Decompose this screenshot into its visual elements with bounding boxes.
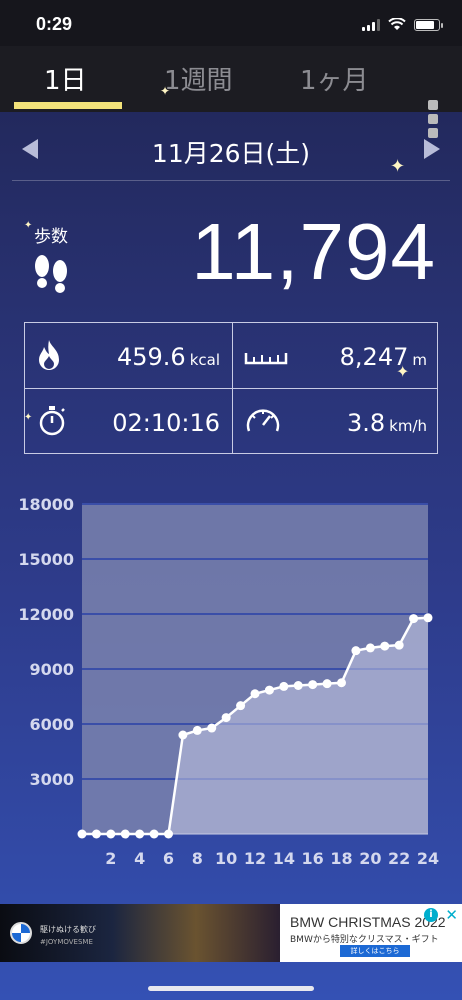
ad-title: BMW CHRISTMAS 2022 <box>290 914 446 930</box>
ad-close-icon[interactable]: ✕ <box>445 906 458 924</box>
footprints-icon <box>35 255 67 293</box>
next-day-arrow-icon[interactable] <box>424 139 440 159</box>
sparkle-decoration: ✦ <box>24 412 33 423</box>
sparkle-decoration: ✦ <box>24 220 33 231</box>
chart-data-point <box>380 641 390 651</box>
x-tick-label: 14 <box>273 849 295 868</box>
ad-info-icon[interactable]: i <box>424 908 438 922</box>
chart-data-point <box>149 829 159 839</box>
ad-tagline: 駆けぬける歓び <box>40 925 96 934</box>
status-icons <box>362 18 443 31</box>
speedometer-icon <box>246 409 280 432</box>
chart-data-point <box>337 678 346 688</box>
cellular-signal-icon <box>362 18 380 31</box>
calories-value: 459.6 <box>116 343 186 371</box>
speed-unit: km/h <box>389 417 427 435</box>
x-tick-label: 18 <box>330 849 352 868</box>
ad-banner[interactable]: 駆けぬける歓び #JOYMOVESME BMW CHRISTMAS 2022 B… <box>0 904 462 962</box>
speed-value: 3.8 <box>346 409 386 437</box>
steps-label: 歩数 <box>34 227 68 247</box>
chart-data-point <box>279 681 289 691</box>
calories-unit: kcal <box>189 351 220 369</box>
chart-data-point <box>77 829 87 839</box>
duration-value: 02:10:16 <box>112 409 220 437</box>
tab-day[interactable]: 1日 <box>44 60 87 97</box>
stats-grid: 459.6 kcal 8,247 m 02:10:16 3.8 km/h <box>24 322 438 454</box>
chart-data-point <box>250 689 260 699</box>
chart-data-point <box>394 640 404 650</box>
y-tick-label: 6000 <box>29 715 74 734</box>
hourly-steps-chart: 3000600090001200015000180002 4 6 8 10 12 14 16 1… <box>18 495 439 868</box>
ad-cta-button[interactable]: 詳しくはこちら <box>340 945 410 957</box>
ad-text-panel[interactable]: BMW CHRISTMAS 2022 BMWから特別なクリスマス・ギフト 詳しく… <box>280 904 462 962</box>
chart-data-point <box>351 646 361 656</box>
x-tick-label: 6 <box>163 849 174 868</box>
x-tick-label: 4 <box>134 849 145 868</box>
x-tick-label: 12 <box>244 849 266 868</box>
calories-stat: 459.6 kcal <box>25 323 232 388</box>
chart-data-point <box>423 613 433 623</box>
chart-data-point <box>207 723 217 733</box>
status-bar: 0:29 <box>0 0 462 46</box>
chart-data-point <box>293 681 303 690</box>
chart-data-point <box>192 725 202 735</box>
status-time: 0:29 <box>36 14 73 34</box>
active-tab-indicator <box>14 102 122 109</box>
stopwatch-icon <box>39 406 65 436</box>
flame-icon <box>39 340 59 370</box>
wifi-icon <box>388 18 406 30</box>
ad-image[interactable]: 駆けぬける歓び #JOYMOVESME <box>0 904 280 962</box>
x-tick-label: 8 <box>192 849 203 868</box>
x-tick-label: 2 <box>105 849 116 868</box>
chart-data-point <box>308 680 318 690</box>
chart-data-point <box>409 614 419 624</box>
y-tick-label: 12000 <box>18 605 74 624</box>
chart-data-point <box>264 685 274 695</box>
ad-hashtag: #JOYMOVESME <box>40 938 93 946</box>
ruler-icon <box>244 353 288 365</box>
y-tick-label: 3000 <box>29 770 74 789</box>
chart-data-point <box>120 829 130 839</box>
tab-month[interactable]: 1ヶ月 <box>300 60 369 97</box>
home-indicator <box>148 986 314 991</box>
duration-stat: 02:10:16 <box>25 389 232 454</box>
chart-data-point <box>236 701 246 711</box>
distance-unit: m <box>412 351 427 369</box>
chart-data-point <box>322 679 332 689</box>
divider <box>12 180 450 181</box>
chart-data-point <box>135 829 145 839</box>
x-tick-label: 16 <box>302 849 324 868</box>
x-tick-label: 10 <box>215 849 237 868</box>
ad-subtitle: BMWから特別なクリスマス・ギフト <box>290 935 439 945</box>
chart-data-point <box>221 713 231 723</box>
sparkle-decoration: ✦ <box>390 156 406 177</box>
x-tick-label: 22 <box>388 849 410 868</box>
bmw-logo <box>10 922 32 944</box>
chart-data-point <box>178 730 188 740</box>
battery-icon <box>414 18 443 31</box>
y-tick-label: 18000 <box>18 495 74 514</box>
steps-count: 11,794 <box>191 207 436 296</box>
y-tick-label: 15000 <box>18 550 74 569</box>
x-tick-label: 24 <box>417 849 439 868</box>
chart-data-point <box>91 829 101 839</box>
chart-data-point <box>164 829 173 839</box>
x-tick-label: 20 <box>359 849 381 868</box>
y-tick-label: 9000 <box>29 660 74 679</box>
chart-data-point <box>106 829 116 839</box>
tab-week[interactable]: 1週間 <box>164 60 233 97</box>
chart-data-point <box>365 643 375 653</box>
sparkle-decoration: ✦ <box>160 84 171 98</box>
sparkle-decoration: ✦ <box>396 362 410 381</box>
speed-stat: 3.8 km/h <box>232 389 439 454</box>
